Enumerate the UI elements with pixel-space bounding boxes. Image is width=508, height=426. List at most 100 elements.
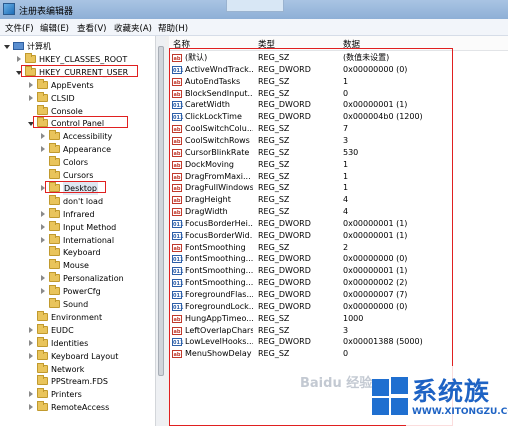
registry-tree: 计算机 HKEY_CLASSES_ROOT HKEY_CURRENT_USER App…: [0, 36, 156, 426]
tree-item[interactable]: CLSID: [0, 91, 156, 105]
folder-icon: [37, 323, 48, 334]
regedit-icon: [3, 3, 15, 15]
menu-file[interactable]: 文件(F): [5, 22, 34, 34]
tree-item-label: Identities: [51, 338, 89, 348]
tree-item[interactable]: Personalization: [0, 272, 156, 285]
watermark-title: 系统族: [412, 377, 491, 406]
tree-item[interactable]: Infrared: [0, 207, 156, 221]
folder-icon: [49, 272, 60, 283]
folder-icon: [25, 52, 36, 63]
folder-icon: [37, 375, 48, 386]
tree-item-label: PowerCfg: [63, 287, 101, 297]
expand-closed-icon[interactable]: [41, 288, 45, 295]
expand-closed-icon[interactable]: [41, 275, 45, 282]
tree-item[interactable]: Sound: [0, 298, 156, 311]
expand-closed-icon[interactable]: [29, 339, 33, 346]
expand-closed-icon[interactable]: [41, 236, 45, 243]
folder-icon: [37, 349, 48, 360]
tree-item[interactable]: Keyboard Layout: [0, 349, 156, 363]
tree-item[interactable]: Mouse: [0, 259, 156, 272]
folder-icon: [37, 310, 48, 321]
title-bar-decoration: [226, 0, 284, 12]
folder-icon: [49, 246, 60, 257]
folder-icon: [49, 298, 60, 308]
expand-closed-icon[interactable]: [29, 352, 33, 359]
expand-closed-icon[interactable]: [29, 81, 33, 88]
tree-item[interactable]: Input Method: [0, 220, 156, 234]
folder-icon: [37, 388, 48, 399]
window-title: 注册表编辑器: [19, 7, 74, 17]
tree-item[interactable]: AppEvents: [0, 78, 156, 92]
tree-item[interactable]: Identities: [0, 336, 156, 350]
expand-closed-icon[interactable]: [29, 326, 33, 333]
menu-edit[interactable]: 编辑(E): [40, 22, 69, 34]
tree-item[interactable]: Keyboard: [0, 246, 156, 259]
tree-scrollbar-thumb[interactable]: [158, 46, 164, 376]
tree-item[interactable]: Printers: [0, 388, 156, 401]
tree-item[interactable]: PowerCfg: [0, 285, 156, 298]
folder-icon: [49, 220, 60, 231]
tree-item-label: Appearance: [63, 145, 112, 155]
tree-highlight-box: [45, 180, 107, 193]
tree-item[interactable]: Appearance: [0, 143, 156, 156]
computer-icon: [13, 42, 24, 50]
folder-icon: [37, 336, 48, 347]
tree-item-label: Mouse: [63, 261, 89, 271]
folder-icon: [37, 104, 48, 115]
tree-scrollbar[interactable]: [155, 36, 165, 426]
tree-highlight-box: [21, 64, 139, 77]
expand-closed-icon[interactable]: [29, 391, 33, 398]
tree-item[interactable]: PPStream.FDS: [0, 375, 156, 388]
expand-closed-icon[interactable]: [41, 210, 45, 217]
watermark-url: WWW.XITONGZU.COM: [412, 407, 508, 417]
tree-item-label: Personalization: [63, 274, 124, 284]
tree-item-label: AppEvents: [51, 80, 94, 90]
expand-closed-icon[interactable]: [41, 223, 45, 230]
tree-item-label: RemoteAccess: [51, 403, 110, 413]
folder-icon: [49, 259, 60, 270]
tree-item-label: Keyboard Layout: [51, 351, 119, 361]
expand-closed-icon[interactable]: [29, 94, 33, 101]
folder-icon: [49, 233, 60, 244]
folder-icon: [49, 207, 60, 218]
tree-item[interactable]: Environment: [0, 310, 156, 324]
expand-closed-icon[interactable]: [17, 55, 21, 62]
expand-open-icon[interactable]: [4, 45, 10, 49]
tree-item-label: PPStream.FDS: [51, 377, 108, 387]
baidu-watermark: Baidu 经验: [300, 376, 373, 391]
tree-item-label: International: [63, 235, 115, 245]
folder-icon: [37, 91, 48, 102]
tree-item-label: EUDC: [51, 325, 74, 335]
tree-item-label: Accessibility: [63, 132, 113, 142]
tree-item-label: Printers: [51, 390, 82, 400]
tree-item[interactable]: Accessibility: [0, 130, 156, 143]
tree-item[interactable]: RemoteAccess: [0, 401, 156, 414]
tree-item[interactable]: EUDC: [0, 323, 156, 337]
tree-item[interactable]: Network: [0, 362, 156, 376]
menu-favorites[interactable]: 收藏夹(A): [114, 22, 152, 34]
tree-item-label: Input Method: [63, 222, 117, 232]
tree-item[interactable]: Colors: [0, 156, 156, 169]
tree-item-label: 计算机: [27, 42, 51, 51]
tree-highlight-box: [33, 116, 128, 129]
tree-item-label: Colors: [63, 158, 89, 168]
folder-icon: [49, 143, 60, 154]
expand-closed-icon[interactable]: [41, 133, 45, 140]
tree-item[interactable]: don't load: [0, 194, 156, 208]
menu-view[interactable]: 查看(V): [77, 22, 106, 34]
folder-icon: [49, 169, 60, 179]
folder-icon: [37, 362, 48, 373]
windows-logo-icon: [370, 377, 408, 417]
folder-icon: [37, 78, 48, 89]
tree-item[interactable]: 计算机: [0, 40, 156, 53]
expand-closed-icon[interactable]: [41, 146, 45, 153]
menu-help[interactable]: 帮助(H): [158, 22, 188, 34]
menu-bar: 文件(F) 编辑(E) 查看(V) 收藏夹(A) 帮助(H): [0, 19, 508, 36]
tree-item-label: Sound: [63, 300, 89, 309]
tree-item-label: Environment: [51, 312, 103, 322]
tree-item[interactable]: International: [0, 233, 156, 247]
tree-item-label: Infrared: [63, 209, 95, 219]
expand-closed-icon[interactable]: [29, 404, 33, 411]
folder-icon: [49, 285, 60, 296]
tree-item-label: CLSID: [51, 93, 75, 103]
